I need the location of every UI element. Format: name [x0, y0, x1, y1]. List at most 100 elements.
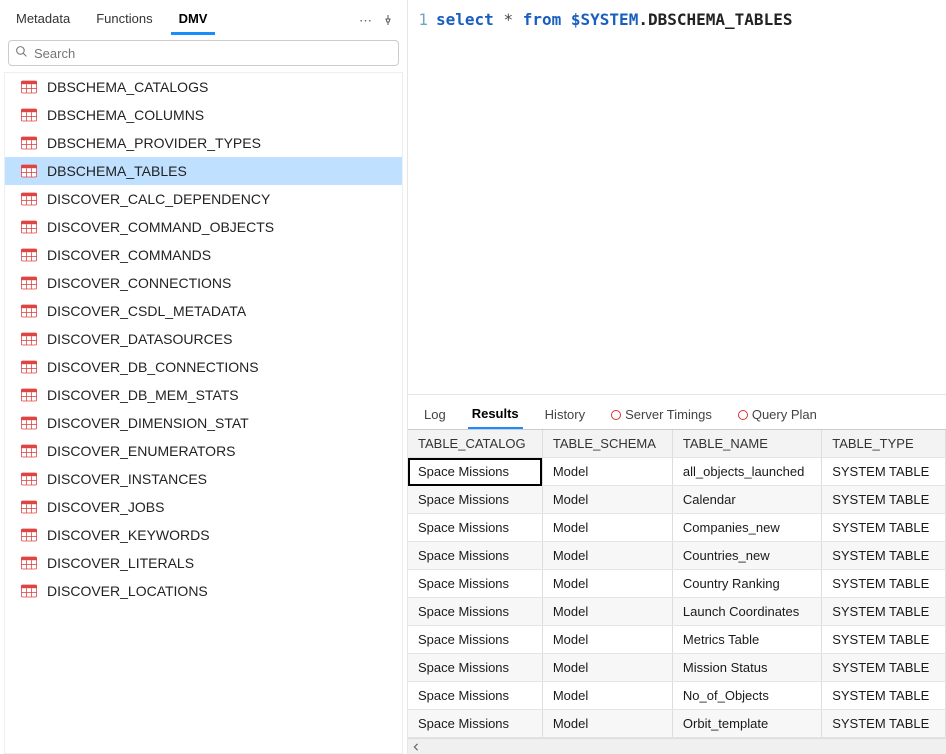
- sidebar-tab-functions[interactable]: Functions: [88, 7, 160, 35]
- result-tab-server-timings[interactable]: Server Timings: [607, 404, 716, 428]
- column-header-table_schema[interactable]: TABLE_SCHEMA: [542, 430, 672, 458]
- cell[interactable]: No_of_Objects: [672, 682, 821, 710]
- cell[interactable]: SYSTEM TABLE: [822, 458, 946, 486]
- cell[interactable]: Space Missions: [408, 458, 542, 486]
- horizontal-scrollbar[interactable]: [408, 738, 946, 754]
- record-dot-icon: [738, 410, 748, 420]
- column-header-table_type[interactable]: TABLE_TYPE: [822, 430, 946, 458]
- result-tab-history[interactable]: History: [541, 404, 589, 428]
- cell[interactable]: Space Missions: [408, 626, 542, 654]
- table-icon: [21, 220, 37, 234]
- tree-item-discover_connections[interactable]: DISCOVER_CONNECTIONS: [5, 269, 402, 297]
- cell[interactable]: SYSTEM TABLE: [822, 626, 946, 654]
- tree-item-dbschema_provider_types[interactable]: DBSCHEMA_PROVIDER_TYPES: [5, 129, 402, 157]
- cell[interactable]: Metrics Table: [672, 626, 821, 654]
- more-icon[interactable]: ⋯: [354, 10, 377, 32]
- results-grid-wrap: TABLE_CATALOGTABLE_SCHEMATABLE_NAMETABLE…: [408, 429, 946, 754]
- table-row[interactable]: Space MissionsModelLaunch CoordinatesSYS…: [408, 598, 946, 626]
- cell[interactable]: all_objects_launched: [672, 458, 821, 486]
- cell[interactable]: Model: [542, 514, 672, 542]
- cell[interactable]: Model: [542, 654, 672, 682]
- table-row[interactable]: Space MissionsModelCountries_newSYSTEM T…: [408, 542, 946, 570]
- tree-item-discover_csdl_metadata[interactable]: DISCOVER_CSDL_METADATA: [5, 297, 402, 325]
- tree-item-dbschema_tables[interactable]: DBSCHEMA_TABLES: [5, 157, 402, 185]
- tree-item-discover_dimension_stat[interactable]: DISCOVER_DIMENSION_STAT: [5, 409, 402, 437]
- search-box[interactable]: [8, 40, 399, 66]
- cell[interactable]: Model: [542, 486, 672, 514]
- cell[interactable]: SYSTEM TABLE: [822, 486, 946, 514]
- query-editor[interactable]: 1 select * from $SYSTEM.DBSCHEMA_TABLES: [408, 0, 946, 395]
- cell[interactable]: Space Missions: [408, 570, 542, 598]
- sidebar-tab-metadata[interactable]: Metadata: [8, 7, 78, 35]
- result-tab-log[interactable]: Log: [420, 404, 450, 428]
- cell[interactable]: Model: [542, 598, 672, 626]
- tree-item-discover_datasources[interactable]: DISCOVER_DATASOURCES: [5, 325, 402, 353]
- cell[interactable]: Model: [542, 570, 672, 598]
- cell[interactable]: Orbit_template: [672, 710, 821, 738]
- cell[interactable]: SYSTEM TABLE: [822, 542, 946, 570]
- tree-item-dbschema_columns[interactable]: DBSCHEMA_COLUMNS: [5, 101, 402, 129]
- column-header-table_catalog[interactable]: TABLE_CATALOG: [408, 430, 542, 458]
- cell[interactable]: SYSTEM TABLE: [822, 598, 946, 626]
- table-icon: [21, 108, 37, 122]
- result-tab-results[interactable]: Results: [468, 403, 523, 430]
- tree-item-discover_keywords[interactable]: DISCOVER_KEYWORDS: [5, 521, 402, 549]
- tree-item-discover_calc_dependency[interactable]: DISCOVER_CALC_DEPENDENCY: [5, 185, 402, 213]
- tree-item-label: DISCOVER_DB_CONNECTIONS: [47, 359, 259, 375]
- tree-item-discover_commands[interactable]: DISCOVER_COMMANDS: [5, 241, 402, 269]
- tree-item-discover_command_objects[interactable]: DISCOVER_COMMAND_OBJECTS: [5, 213, 402, 241]
- cell[interactable]: Launch Coordinates: [672, 598, 821, 626]
- cell[interactable]: Space Missions: [408, 514, 542, 542]
- cell[interactable]: SYSTEM TABLE: [822, 570, 946, 598]
- tree-item-discover_jobs[interactable]: DISCOVER_JOBS: [5, 493, 402, 521]
- cell[interactable]: Country Ranking: [672, 570, 821, 598]
- cell[interactable]: Mission Status: [672, 654, 821, 682]
- column-header-table_name[interactable]: TABLE_NAME: [672, 430, 821, 458]
- cell[interactable]: Countries_new: [672, 542, 821, 570]
- cell[interactable]: Model: [542, 458, 672, 486]
- table-row[interactable]: Space MissionsModelCompanies_newSYSTEM T…: [408, 514, 946, 542]
- cell[interactable]: SYSTEM TABLE: [822, 654, 946, 682]
- table-row[interactable]: Space MissionsModelCountry RankingSYSTEM…: [408, 570, 946, 598]
- cell[interactable]: Companies_new: [672, 514, 821, 542]
- tree-item-dbschema_catalogs[interactable]: DBSCHEMA_CATALOGS: [5, 73, 402, 101]
- cell[interactable]: SYSTEM TABLE: [822, 682, 946, 710]
- cell[interactable]: Space Missions: [408, 542, 542, 570]
- cell[interactable]: Model: [542, 710, 672, 738]
- cell[interactable]: Space Missions: [408, 654, 542, 682]
- table-icon: [21, 276, 37, 290]
- cell[interactable]: Calendar: [672, 486, 821, 514]
- cell[interactable]: Space Missions: [408, 598, 542, 626]
- table-row[interactable]: Space MissionsModelCalendarSYSTEM TABLE: [408, 486, 946, 514]
- kw-select: select: [436, 10, 494, 29]
- cell[interactable]: Space Missions: [408, 486, 542, 514]
- tree-item-discover_db_mem_stats[interactable]: DISCOVER_DB_MEM_STATS: [5, 381, 402, 409]
- tree-item-label: DISCOVER_JOBS: [47, 499, 164, 515]
- pin-icon[interactable]: [377, 11, 399, 32]
- search-input[interactable]: [34, 46, 392, 61]
- cell[interactable]: Model: [542, 682, 672, 710]
- tree-item-discover_db_connections[interactable]: DISCOVER_DB_CONNECTIONS: [5, 353, 402, 381]
- tree-item-label: DISCOVER_DATASOURCES: [47, 331, 232, 347]
- dmv-tree[interactable]: DBSCHEMA_CATALOGSDBSCHEMA_COLUMNSDBSCHEM…: [4, 72, 403, 754]
- table-row[interactable]: Space MissionsModelOrbit_templateSYSTEM …: [408, 710, 946, 738]
- cell[interactable]: SYSTEM TABLE: [822, 710, 946, 738]
- table-row[interactable]: Space MissionsModelNo_of_ObjectsSYSTEM T…: [408, 682, 946, 710]
- table-row[interactable]: Space MissionsModelMetrics TableSYSTEM T…: [408, 626, 946, 654]
- table-row[interactable]: Space MissionsModelMission StatusSYSTEM …: [408, 654, 946, 682]
- result-tab-query-plan[interactable]: Query Plan: [734, 404, 821, 428]
- sidebar-tab-dmv[interactable]: DMV: [171, 7, 216, 35]
- results-grid[interactable]: TABLE_CATALOGTABLE_SCHEMATABLE_NAMETABLE…: [408, 430, 946, 738]
- tree-item-discover_literals[interactable]: DISCOVER_LITERALS: [5, 549, 402, 577]
- table-row[interactable]: Space MissionsModelall_objects_launchedS…: [408, 458, 946, 486]
- cell[interactable]: Model: [542, 542, 672, 570]
- tree-item-discover_instances[interactable]: DISCOVER_INSTANCES: [5, 465, 402, 493]
- tree-item-discover_locations[interactable]: DISCOVER_LOCATIONS: [5, 577, 402, 605]
- tree-item-label: DISCOVER_COMMANDS: [47, 247, 211, 263]
- tree-item-discover_enumerators[interactable]: DISCOVER_ENUMERATORS: [5, 437, 402, 465]
- cell[interactable]: Space Missions: [408, 682, 542, 710]
- cell[interactable]: SYSTEM TABLE: [822, 514, 946, 542]
- cell[interactable]: Model: [542, 626, 672, 654]
- cell[interactable]: Space Missions: [408, 710, 542, 738]
- scroll-left-icon[interactable]: [408, 739, 424, 754]
